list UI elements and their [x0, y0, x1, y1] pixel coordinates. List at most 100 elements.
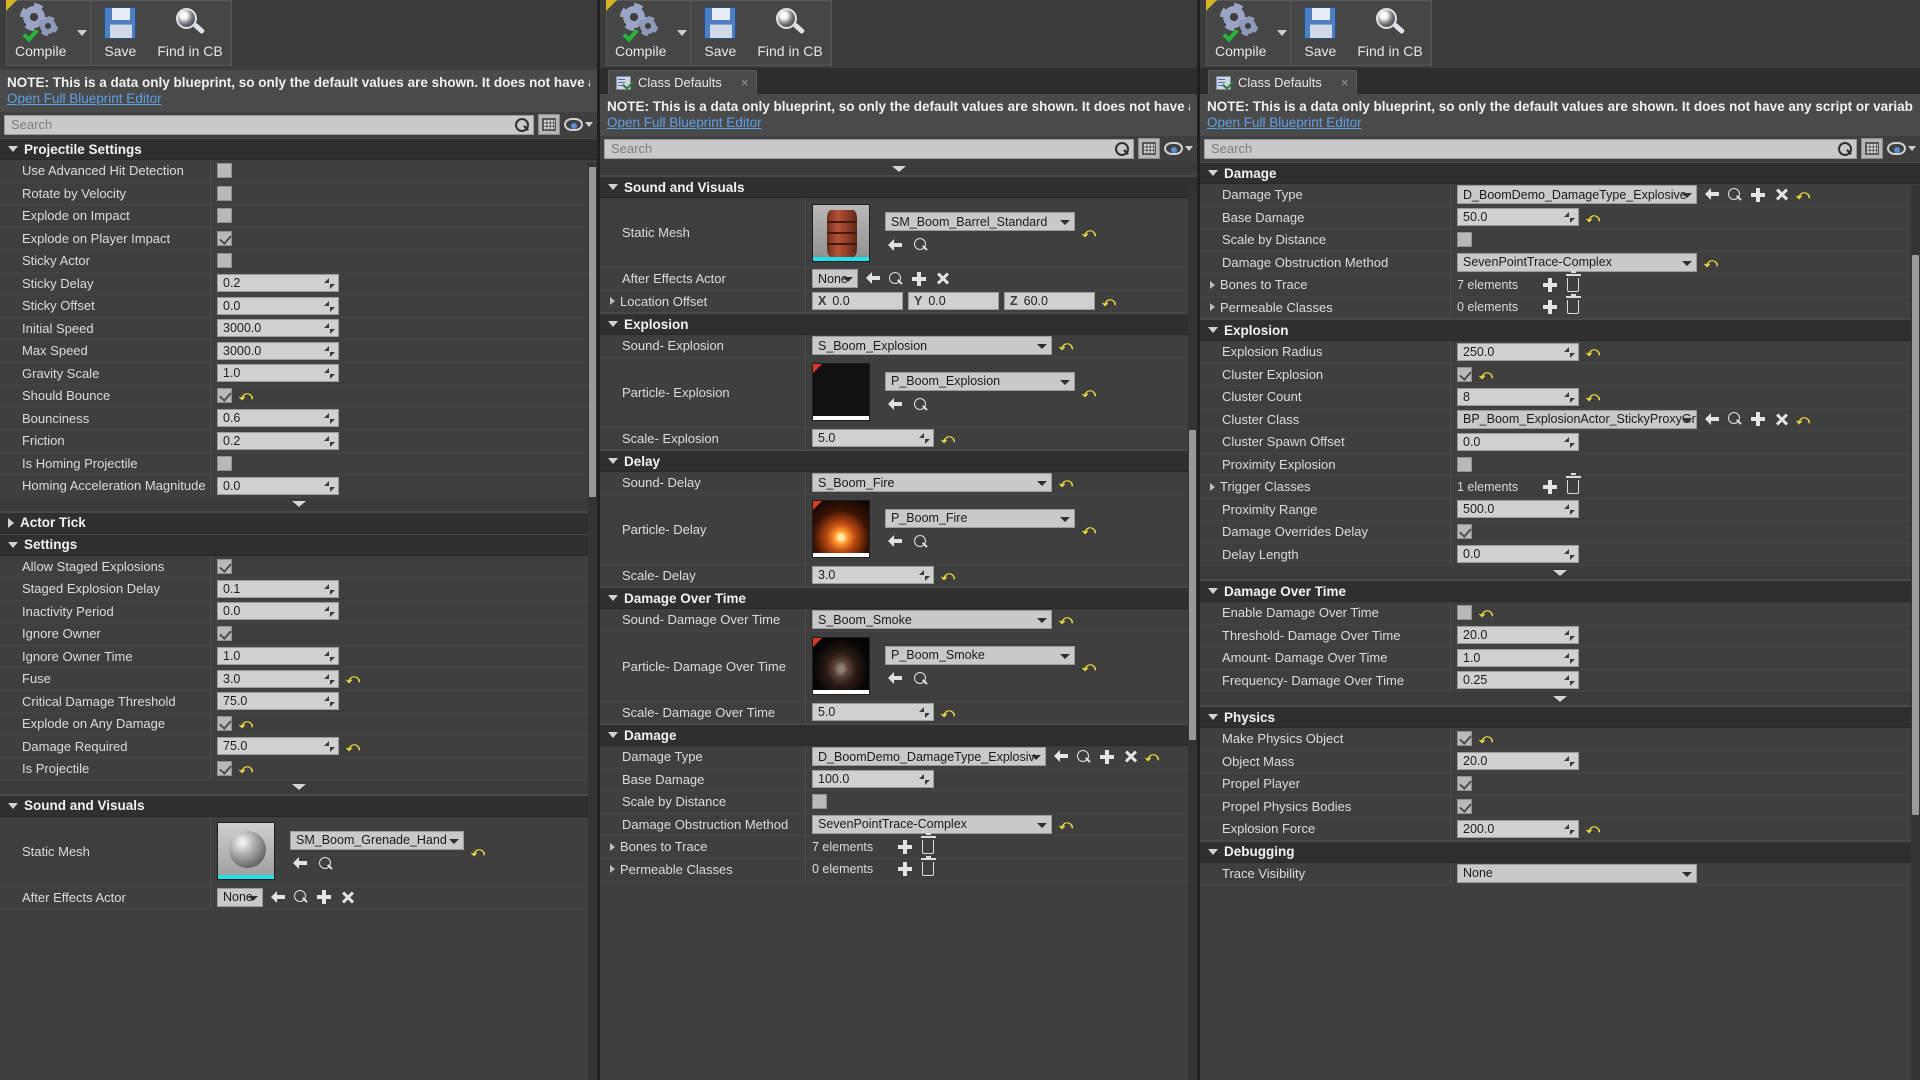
revert-to-default-icon[interactable] — [1059, 818, 1073, 831]
expand-section-caret[interactable] — [0, 498, 597, 512]
asset-thumbnail[interactable] — [812, 204, 870, 262]
numeric-input[interactable]: 0.1 — [217, 580, 339, 598]
tab-class-defaults-2[interactable]: Class Defaults × — [608, 70, 757, 94]
compile-options-chevron-down-icon[interactable] — [674, 1, 690, 65]
back-arrow-icon[interactable] — [887, 237, 903, 253]
checkbox[interactable] — [217, 163, 232, 178]
dropdown[interactable]: S_Boom_Smoke — [812, 610, 1052, 629]
clear-icon[interactable] — [934, 271, 950, 287]
expand-section-caret[interactable] — [1200, 692, 1920, 706]
numeric-input[interactable]: 0.0 — [217, 477, 339, 495]
spinner-icon[interactable] — [1564, 212, 1575, 223]
numeric-input[interactable]: 0.0 — [1457, 433, 1579, 451]
scrollbar-2[interactable] — [1188, 185, 1197, 1080]
spinner-icon[interactable] — [324, 413, 335, 424]
revert-to-default-icon[interactable] — [1796, 413, 1810, 426]
find-icon[interactable] — [913, 237, 929, 253]
clear-icon[interactable] — [1122, 749, 1138, 765]
numeric-input[interactable]: 0.25 — [1457, 671, 1579, 689]
numeric-input[interactable]: 0.0 — [217, 602, 339, 620]
revert-to-default-icon[interactable] — [1082, 523, 1096, 536]
numeric-input[interactable]: 3.0 — [217, 670, 339, 688]
back-arrow-icon[interactable] — [292, 856, 308, 872]
spinner-icon[interactable] — [919, 433, 930, 444]
scrollbar-3[interactable] — [1911, 185, 1920, 1080]
numeric-input[interactable]: 0.0 — [217, 297, 339, 315]
revert-to-default-icon[interactable] — [1586, 822, 1600, 835]
revert-to-default-icon[interactable] — [471, 845, 485, 858]
spinner-icon[interactable] — [324, 436, 335, 447]
numeric-input[interactable]: 75.0 — [217, 737, 339, 755]
asset-picker[interactable]: P_Boom_Fire — [885, 509, 1075, 528]
numeric-input[interactable]: 1.0 — [1457, 649, 1579, 667]
revert-to-default-icon[interactable] — [239, 389, 253, 402]
save-button[interactable]: Save — [1291, 1, 1349, 65]
category-header[interactable]: Debugging — [1200, 841, 1920, 863]
asset-thumbnail[interactable] — [812, 637, 870, 695]
back-arrow-icon[interactable] — [865, 271, 881, 287]
checkbox[interactable] — [1457, 367, 1472, 382]
clear-icon[interactable] — [339, 889, 355, 905]
spinner-icon[interactable] — [324, 651, 335, 662]
grid-view-button-3[interactable] — [1861, 138, 1883, 159]
asset-thumbnail[interactable] — [812, 500, 870, 558]
search-input-wrap-1[interactable] — [4, 115, 534, 135]
spinner-icon[interactable] — [1564, 653, 1575, 664]
revert-to-default-icon[interactable] — [941, 569, 955, 582]
trash-icon[interactable] — [920, 839, 936, 855]
back-arrow-icon[interactable] — [887, 397, 903, 413]
grid-view-button-1[interactable] — [538, 114, 560, 135]
checkbox[interactable] — [217, 626, 232, 641]
checkbox[interactable] — [1457, 524, 1472, 539]
plus-icon[interactable] — [1542, 277, 1558, 293]
search-input-2[interactable] — [611, 141, 1111, 156]
view-options-button-1[interactable] — [564, 118, 593, 131]
back-arrow-icon[interactable] — [1053, 749, 1069, 765]
revert-to-default-icon[interactable] — [346, 740, 360, 753]
expand-triangle-icon[interactable] — [1210, 281, 1215, 289]
revert-to-default-icon[interactable] — [941, 432, 955, 445]
spinner-icon[interactable] — [1564, 549, 1575, 560]
category-header[interactable]: Damage — [1200, 162, 1920, 184]
find-in-cb-button[interactable]: Find in CB — [149, 1, 230, 65]
numeric-input[interactable]: 20.0 — [1457, 752, 1579, 770]
view-options-button-2[interactable] — [1164, 142, 1193, 155]
checkbox[interactable] — [812, 794, 827, 809]
revert-to-default-icon[interactable] — [1145, 750, 1159, 763]
expand-triangle-icon[interactable] — [1210, 303, 1215, 311]
expand-triangle-icon[interactable] — [1210, 483, 1215, 491]
category-header[interactable]: Delay — [600, 450, 1197, 472]
expand-triangle-icon[interactable] — [610, 865, 615, 873]
checkbox[interactable] — [1457, 799, 1472, 814]
find-icon[interactable] — [293, 889, 309, 905]
scrollbar-thumb-3[interactable] — [1912, 255, 1919, 815]
revert-to-default-icon[interactable] — [941, 706, 955, 719]
category-header[interactable]: Projectile Settings — [0, 138, 597, 160]
numeric-input[interactable]: 3000.0 — [217, 342, 339, 360]
plus-icon[interactable] — [897, 861, 913, 877]
spinner-icon[interactable] — [324, 741, 335, 752]
numeric-input[interactable]: 200.0 — [1457, 820, 1579, 838]
revert-to-default-icon[interactable] — [1586, 390, 1600, 403]
numeric-input[interactable]: 3000.0 — [217, 319, 339, 337]
spinner-icon[interactable] — [919, 774, 930, 785]
expand-section-caret[interactable] — [0, 781, 597, 795]
expand-all-caret-2[interactable] — [600, 162, 1197, 176]
asset-thumbnail[interactable] — [812, 363, 870, 421]
revert-to-default-icon[interactable] — [1059, 476, 1073, 489]
find-icon[interactable] — [318, 856, 334, 872]
revert-to-default-icon[interactable] — [1704, 256, 1718, 269]
spinner-icon[interactable] — [324, 301, 335, 312]
dropdown[interactable]: SevenPointTrace-Complex — [812, 815, 1052, 834]
vector-x-input[interactable]: X0.0 — [812, 292, 903, 310]
spinner-icon[interactable] — [324, 368, 335, 379]
checkbox[interactable] — [217, 456, 232, 471]
search-input-wrap-2[interactable] — [604, 139, 1134, 159]
find-icon[interactable] — [888, 271, 904, 287]
dropdown[interactable]: SevenPointTrace-Complex — [1457, 253, 1697, 272]
category-header[interactable]: Sound and Visuals — [600, 176, 1197, 198]
numeric-input[interactable]: 8 — [1457, 388, 1579, 406]
spinner-icon[interactable] — [324, 346, 335, 357]
revert-to-default-icon[interactable] — [239, 717, 253, 730]
category-header[interactable]: Sound and Visuals — [0, 795, 597, 817]
